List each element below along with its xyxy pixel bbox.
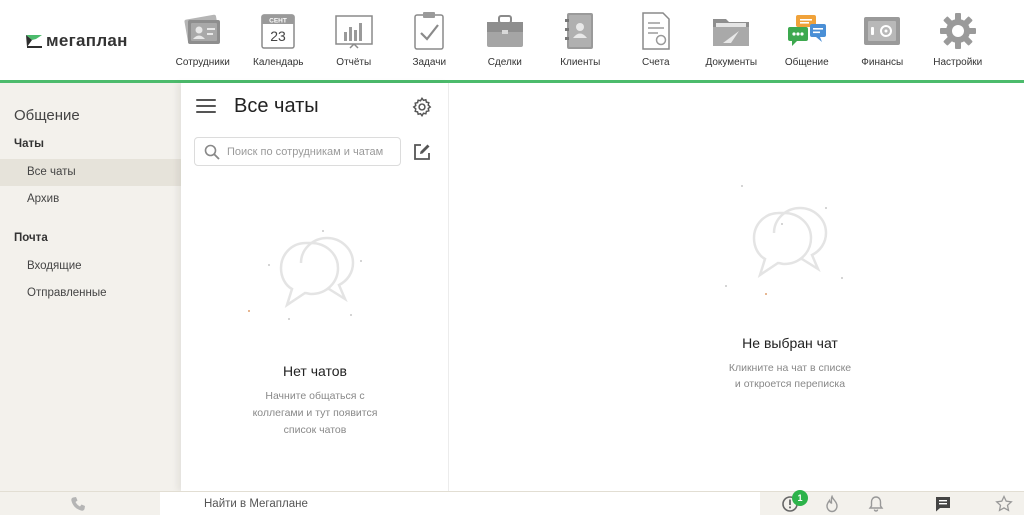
- clients-icon: [559, 10, 601, 52]
- sidebar-item-inbox[interactable]: Входящие: [0, 253, 181, 280]
- nav-label: Задачи: [412, 57, 447, 68]
- documents-icon: [710, 10, 752, 52]
- nav-label: Счета: [641, 57, 670, 68]
- global-search: [160, 492, 760, 516]
- nav-reports[interactable]: Отчёты: [316, 0, 392, 80]
- nav-finance[interactable]: Финансы: [845, 0, 921, 80]
- sidebar-item-archive[interactable]: Архив: [0, 186, 181, 213]
- logo-text: мегаплан: [46, 31, 128, 50]
- deals-icon: [484, 10, 526, 52]
- no-chat-selected-line1: Кликните на чат в списке: [728, 362, 852, 374]
- nav-label: Клиенты: [560, 57, 601, 68]
- global-search-input[interactable]: [160, 492, 720, 516]
- nav-chat[interactable]: Общение: [769, 0, 845, 80]
- logo-plane-icon: [26, 35, 42, 48]
- settings-icon: [937, 10, 979, 52]
- nav-label: Финансы: [861, 57, 904, 68]
- chat-search-box: [194, 137, 401, 166]
- nav-settings[interactable]: Настройки: [920, 0, 996, 80]
- no-chat-selected-title: Не выбран чат: [742, 335, 838, 351]
- nav-deals[interactable]: Сделки: [467, 0, 543, 80]
- nav-label: Отчёты: [336, 57, 372, 68]
- search-icon: [204, 144, 220, 160]
- no-chats-text: Начните общаться с коллегами и тут появи…: [252, 390, 378, 436]
- chat-view-panel: Не выбран чат Кликните на чат в списке и…: [449, 83, 1024, 491]
- no-chat-selected-illustration: [725, 185, 843, 295]
- notification-badge: 1: [792, 490, 808, 506]
- chat-list-title: Все чаты: [234, 95, 319, 117]
- nav-label: Календарь: [253, 57, 304, 68]
- nav-documents[interactable]: Документы: [694, 0, 770, 80]
- nav-label: Сотрудники: [175, 57, 230, 68]
- chat-search-input[interactable]: [227, 145, 399, 158]
- nav-calendar[interactable]: СЕНТ 23 Календарь: [241, 0, 317, 80]
- finance-icon: [861, 10, 903, 52]
- chat-list-panel: Все чаты Нет чатов Начните общаться с ко…: [181, 83, 449, 491]
- bell-icon[interactable]: [867, 495, 885, 513]
- compose-icon[interactable]: [412, 142, 432, 162]
- sidebar-item-all-chats[interactable]: Все чаты: [0, 159, 181, 186]
- empty-chats-illustration: [248, 230, 362, 320]
- top-navigation-bar: мегаплан Сотрудники СЕНТ 23 Календарь От…: [0, 0, 1024, 80]
- hamburger-menu-icon[interactable]: [196, 99, 216, 117]
- sidebar-section-mail: Почта: [14, 232, 48, 244]
- star-icon[interactable]: [995, 495, 1013, 513]
- chat-icon: [786, 10, 828, 52]
- gear-icon[interactable]: [411, 96, 433, 118]
- megaplan-logo[interactable]: мегаплан: [24, 30, 128, 52]
- tasks-icon: [408, 10, 450, 52]
- sidebar-title: Общение: [14, 107, 80, 124]
- employees-icon: [182, 10, 224, 52]
- nav-label: Общение: [784, 57, 829, 68]
- reports-icon: [333, 10, 375, 52]
- calendar-month: СЕНТ: [269, 18, 287, 25]
- nav-label: Сделки: [487, 57, 522, 68]
- fire-icon[interactable]: [823, 495, 841, 513]
- nav-label: Документы: [705, 57, 758, 68]
- calendar-day: 23: [270, 28, 286, 44]
- phone-icon[interactable]: [70, 496, 86, 512]
- no-chat-selected-text: Кликните на чат в списке и откроется пер…: [449, 360, 1024, 392]
- invoices-icon: [635, 10, 677, 52]
- no-chats-title: Нет чатов: [283, 363, 347, 379]
- nav-label: Настройки: [933, 57, 983, 68]
- nav-tasks[interactable]: Задачи: [392, 0, 468, 80]
- nav-employees[interactable]: Сотрудники: [165, 0, 241, 80]
- main-nav: Сотрудники СЕНТ 23 Календарь Отчёты Зада…: [165, 0, 996, 80]
- left-sidebar: Общение Чаты Все чаты Архив Почта Входящ…: [0, 83, 181, 491]
- bottom-bar: 1: [0, 490, 1024, 516]
- sidebar-item-sent[interactable]: Отправленные: [0, 280, 181, 307]
- nav-invoices[interactable]: Счета: [618, 0, 694, 80]
- nav-clients[interactable]: Клиенты: [543, 0, 619, 80]
- no-chat-selected-line2: и откроется переписка: [734, 378, 846, 390]
- message-icon[interactable]: [934, 495, 952, 513]
- calendar-icon: СЕНТ 23: [257, 10, 299, 52]
- sidebar-section-chats: Чаты: [14, 138, 44, 150]
